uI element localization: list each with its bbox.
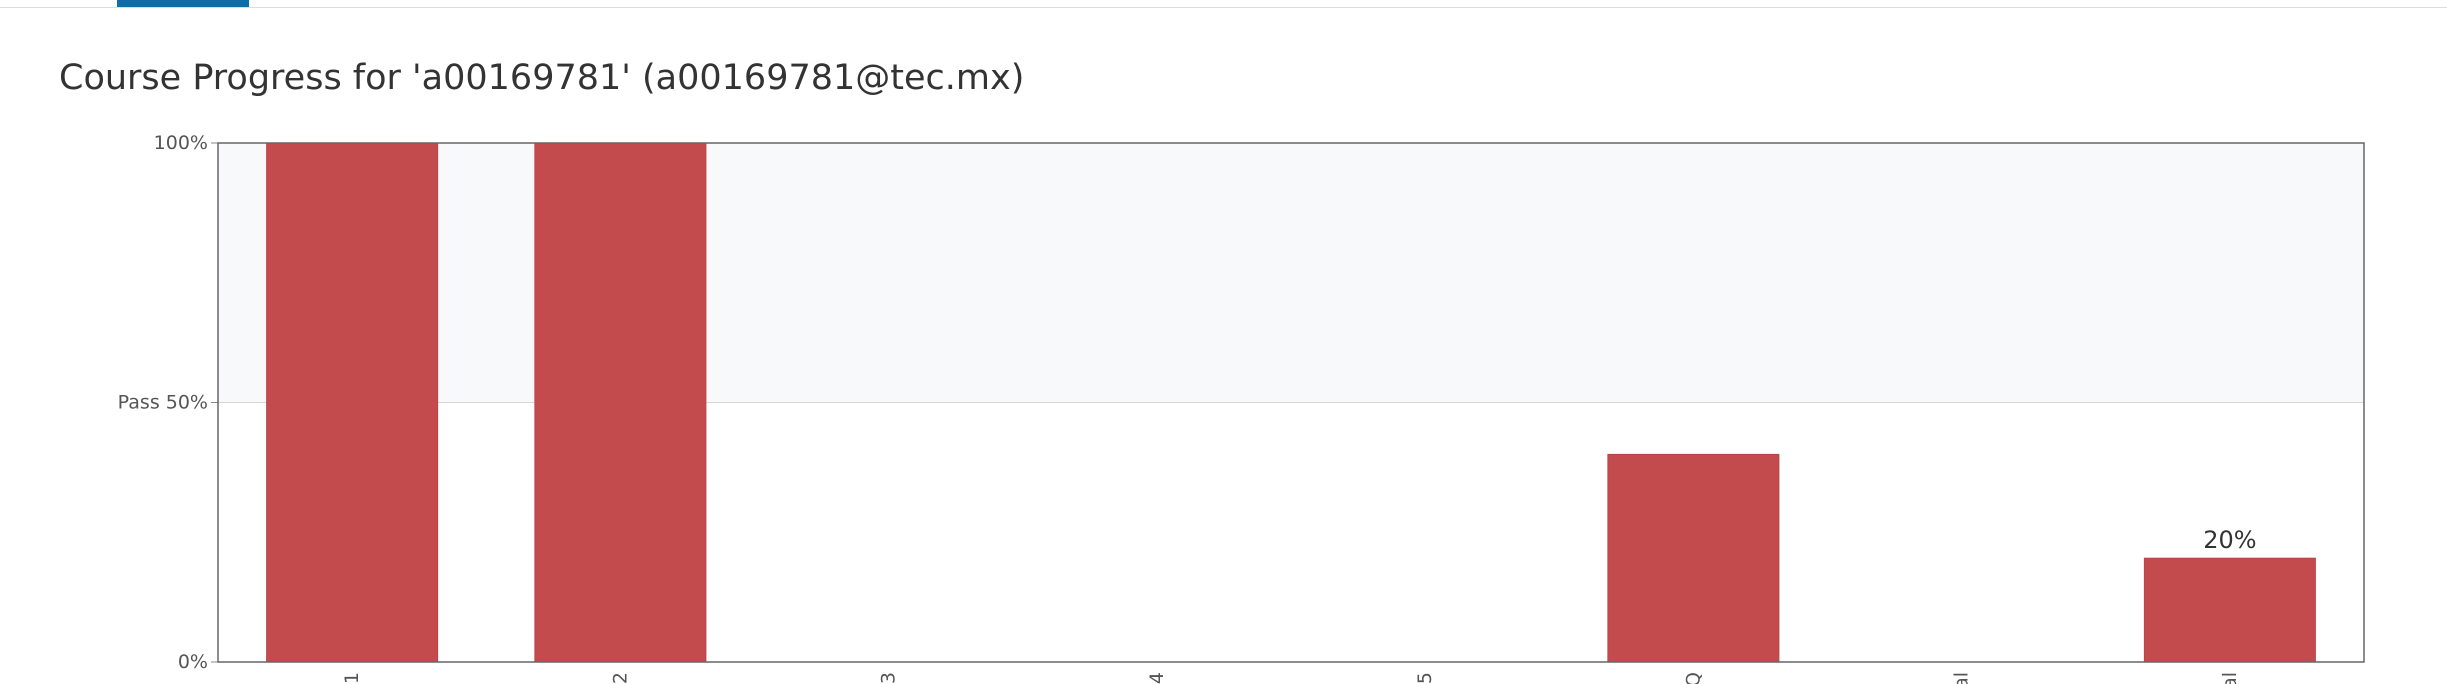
x-tick-label: 4 (1146, 672, 1168, 684)
bar-2[interactable] (534, 142, 707, 663)
x-tick-label: Q (1682, 672, 1704, 684)
y-tick-label: Pass 50% (118, 392, 208, 414)
x-tick-label: 2 (609, 672, 631, 684)
x-tick-label: 3 (878, 672, 900, 684)
bar-data-label: 20% (2203, 526, 2256, 554)
bar-8[interactable] (2143, 557, 2316, 663)
y-tick-label: 100% (154, 132, 208, 154)
x-tick-label: al (1951, 672, 1973, 684)
bar-6[interactable] (1607, 453, 1780, 663)
x-tick-label: al (2219, 672, 2241, 684)
x-tick-label: 1 (341, 672, 363, 684)
bar-1[interactable] (266, 142, 439, 663)
y-tick-label: 0% (178, 651, 208, 673)
x-tick-label: 5 (1414, 672, 1436, 684)
progress-chart: 1 2 3 4 5 Qal al 20% 0% Pass 50% 100% (118, 132, 2365, 684)
